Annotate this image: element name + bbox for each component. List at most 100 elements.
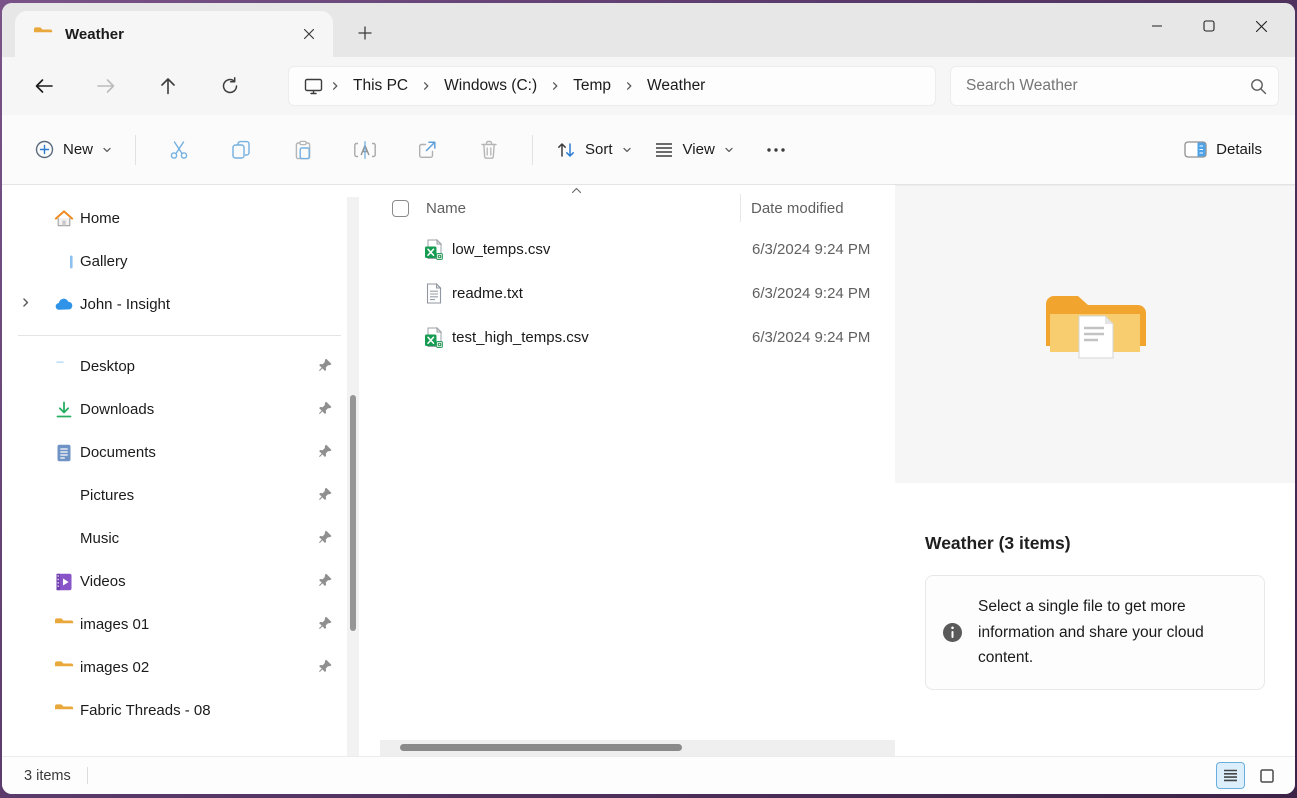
cut-icon: [170, 140, 188, 159]
cut-button[interactable]: [156, 129, 202, 171]
sidebar-item-documents[interactable]: Documents: [8, 431, 345, 474]
back-button[interactable]: [24, 68, 64, 104]
column-header-date-modified[interactable]: Date modified: [751, 200, 844, 217]
file-row-readme[interactable]: readme.txt 6/3/2024 9:24 PM: [359, 271, 895, 315]
refresh-button[interactable]: [210, 68, 250, 104]
sidebar-item-label: Gallery: [80, 253, 128, 270]
file-list-header: Name Date modified: [359, 187, 895, 227]
gallery-icon: [55, 254, 73, 269]
up-button[interactable]: [148, 68, 188, 104]
folder-icon: [33, 26, 53, 42]
file-explorer-window: Weather This PC Windows (C:) Temp Weathe…: [2, 3, 1295, 794]
ellipsis-icon: [767, 147, 785, 152]
file-row-test-high-temps[interactable]: test_high_temps.csv 6/3/2024 9:24 PM: [359, 315, 895, 359]
sort-button[interactable]: Sort: [545, 131, 643, 169]
pictures-icon: [55, 487, 73, 504]
pin-icon: [318, 444, 333, 459]
sidebar-item-downloads[interactable]: Downloads: [8, 388, 345, 431]
forward-button[interactable]: [86, 68, 126, 104]
details-view-icon: [1224, 769, 1237, 782]
minimize-button[interactable]: [1131, 9, 1183, 43]
column-header-name[interactable]: Name: [426, 200, 466, 217]
sidebar-item-label: Videos: [80, 573, 126, 590]
window-controls: [1131, 9, 1287, 43]
folder-icon: [54, 658, 74, 678]
cloud-icon: [55, 298, 73, 310]
sidebar-scrollbar-track[interactable]: [347, 197, 359, 756]
sidebar-item-images-02[interactable]: images 02: [8, 646, 345, 689]
close-icon: [1255, 20, 1267, 32]
copy-icon: [232, 140, 250, 159]
file-row-low-temps[interactable]: low_temps.csv 6/3/2024 9:24 PM: [359, 227, 895, 271]
file-date-modified: 6/3/2024 9:24 PM: [752, 328, 871, 346]
csv-file-icon: [424, 239, 443, 260]
maximize-button[interactable]: [1183, 9, 1235, 43]
pin-icon: [318, 616, 333, 631]
breadcrumb-this-pc[interactable]: This PC: [347, 74, 414, 98]
sidebar-item-home[interactable]: Home: [8, 197, 345, 240]
rename-icon: [354, 140, 376, 159]
file-name: test_high_temps.csv: [452, 328, 589, 346]
horizontal-scrollbar-thumb[interactable]: [400, 744, 682, 751]
address-bar[interactable]: This PC Windows (C:) Temp Weather: [288, 66, 936, 106]
details-pane-icon: [1184, 141, 1207, 158]
sidebar-item-music[interactable]: Music: [8, 517, 345, 560]
pin-icon: [318, 659, 333, 674]
pin-icon: [318, 487, 333, 502]
pin-icon: [318, 358, 333, 373]
delete-button[interactable]: [466, 129, 512, 171]
close-window-button[interactable]: [1235, 9, 1287, 43]
new-tab-button[interactable]: [349, 19, 381, 47]
column-divider[interactable]: [740, 194, 741, 222]
new-button[interactable]: New: [24, 131, 123, 168]
breadcrumb-windows-c[interactable]: Windows (C:): [438, 74, 543, 98]
item-count: 3 items: [24, 767, 71, 784]
more-options-button[interactable]: [753, 129, 799, 171]
view-list-icon: [655, 142, 672, 157]
breadcrumb-temp[interactable]: Temp: [567, 74, 617, 98]
pin-icon: [318, 530, 333, 545]
search-input[interactable]: [964, 76, 1250, 96]
share-button[interactable]: [404, 129, 450, 171]
chevron-down-icon: [724, 145, 734, 155]
select-all-checkbox[interactable]: [392, 199, 409, 217]
view-button[interactable]: View: [643, 132, 745, 168]
sidebar-item-label: images 02: [80, 659, 150, 676]
sidebar-item-label: Downloads: [80, 401, 155, 418]
tab-close-button[interactable]: [295, 20, 323, 48]
home-icon: [54, 209, 74, 226]
close-icon: [303, 28, 315, 40]
rename-button[interactable]: [342, 129, 388, 171]
details-view-toggle[interactable]: [1216, 762, 1245, 789]
sidebar-scrollbar-thumb[interactable]: [350, 395, 356, 631]
paste-button[interactable]: [280, 129, 326, 171]
view-toggles: [1216, 762, 1281, 789]
chevron-right-icon: [330, 81, 340, 91]
sidebar-item-images-01[interactable]: images 01: [8, 603, 345, 646]
sidebar-item-gallery[interactable]: Gallery: [8, 240, 345, 283]
sidebar-item-fabric-threads[interactable]: Fabric Threads - 08: [8, 689, 345, 732]
status-bar: 3 items: [2, 756, 1295, 794]
chevron-down-icon: [102, 145, 112, 155]
horizontal-scrollbar-track[interactable]: [380, 740, 895, 756]
folder-icon: [54, 701, 74, 721]
sidebar-item-pictures[interactable]: Pictures: [8, 474, 345, 517]
copy-button[interactable]: [218, 129, 264, 171]
sidebar-item-videos[interactable]: Videos: [8, 560, 345, 603]
file-date-modified: 6/3/2024 9:24 PM: [752, 240, 871, 258]
details-toggle-button[interactable]: Details: [1173, 132, 1273, 167]
details-title: Weather (3 items): [925, 533, 1071, 553]
breadcrumb-weather[interactable]: Weather: [641, 74, 711, 98]
sidebar-item-label: Desktop: [80, 358, 136, 375]
sidebar-item-onedrive[interactable]: John - Insight: [8, 283, 345, 326]
pin-icon: [318, 573, 333, 588]
icons-view-toggle[interactable]: [1252, 762, 1281, 789]
chevron-right-icon: [550, 81, 560, 91]
sidebar-item-desktop[interactable]: Desktop: [8, 345, 345, 388]
plus-icon: [358, 26, 372, 40]
maximize-icon: [1203, 20, 1215, 32]
main-content: Home Gallery John - Insight Desktop Down…: [2, 185, 1295, 756]
search-box[interactable]: [950, 66, 1279, 106]
tab-weather[interactable]: Weather: [15, 11, 333, 57]
open-folder-icon: [1046, 295, 1149, 379]
